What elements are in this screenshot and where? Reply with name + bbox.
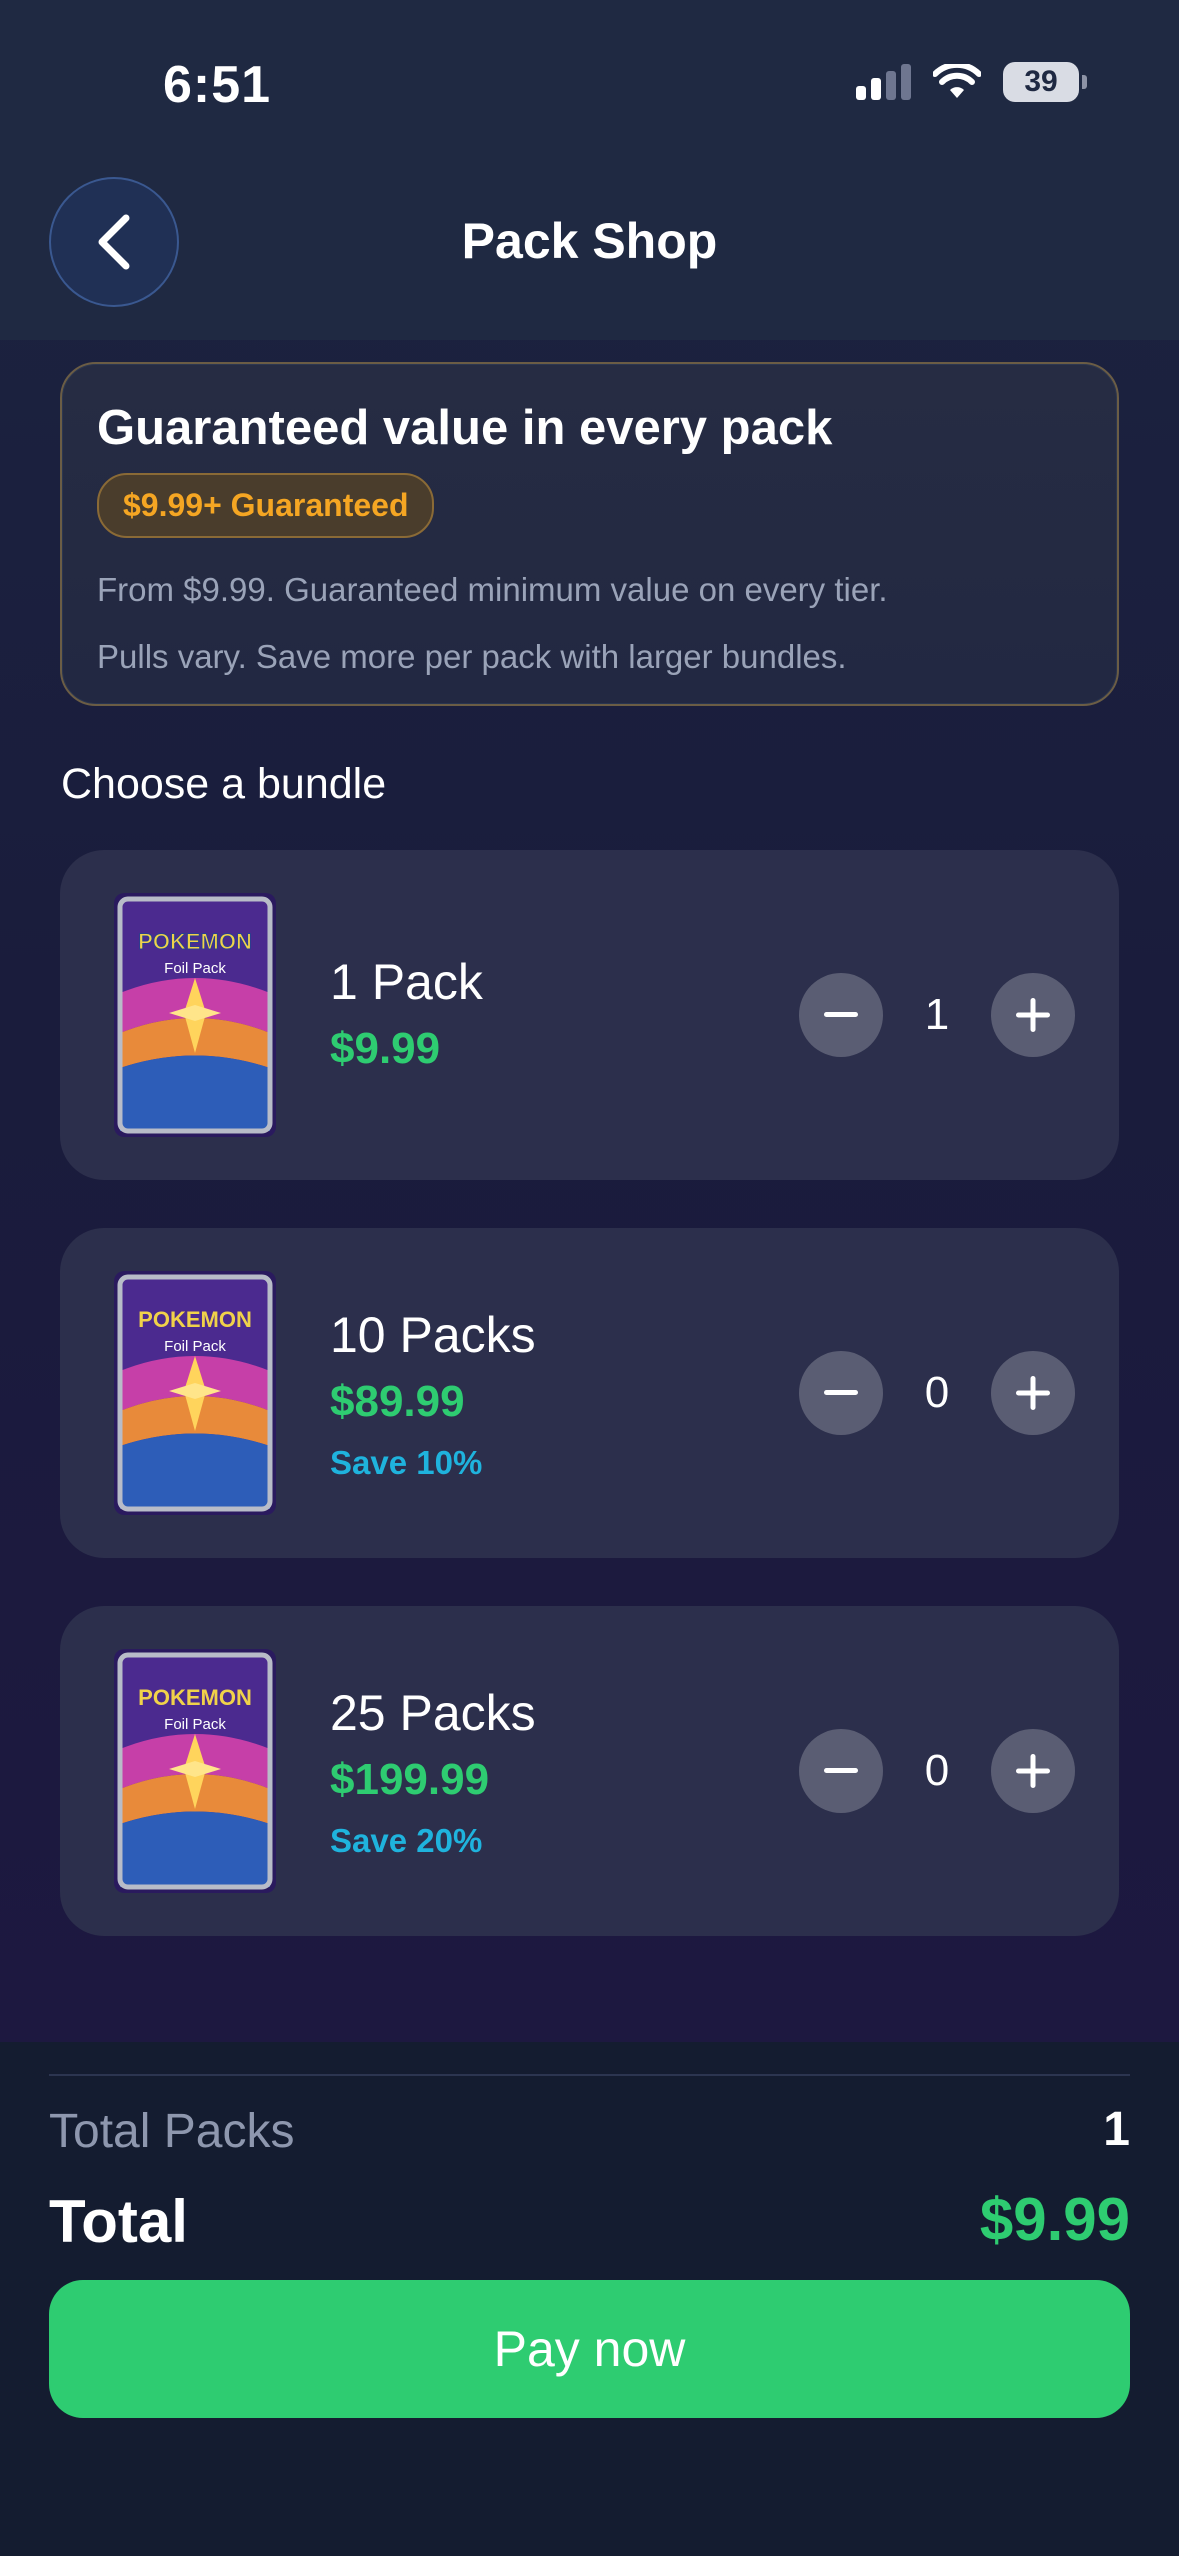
- pack-sub-text: Foil Pack: [164, 1716, 226, 1733]
- total-value: $9.99: [979, 2186, 1130, 2253]
- decrement-button[interactable]: [799, 1729, 883, 1813]
- quantity-value: 1: [924, 990, 950, 1039]
- quantity-stepper: 0: [799, 1351, 1075, 1435]
- bundle-save-label: Save 10%: [330, 1444, 483, 1481]
- quantity-stepper: 1: [799, 973, 1075, 1057]
- guarantee-description: From $9.99. Guaranteed minimum value on …: [97, 556, 1082, 690]
- battery-icon: 39: [1003, 62, 1087, 102]
- guarantee-line-2: Pulls vary. Save more per pack with larg…: [97, 638, 847, 675]
- status-icons: 39: [856, 62, 1087, 102]
- increment-button[interactable]: [991, 1729, 1075, 1813]
- guarantee-badge: $9.99+ Guaranteed: [97, 473, 435, 538]
- plus-icon: [1016, 1754, 1050, 1788]
- status-time: 6:51: [163, 56, 272, 114]
- minus-icon: [824, 1012, 858, 1017]
- section-label: Choose a bundle: [61, 760, 387, 808]
- pack-image: POKEMON Foil Pack: [114, 893, 276, 1137]
- total-packs-label: Total Packs: [49, 2105, 295, 2158]
- bundle-card-25-packs[interactable]: POKEMON Foil Pack 25 Packs $199.99 Save …: [60, 1606, 1119, 1936]
- pay-now-button[interactable]: Pay now: [49, 2280, 1130, 2418]
- page-title: Pack Shop: [461, 213, 718, 269]
- pack-brand-text: POKEMON: [138, 1307, 252, 1332]
- bundle-price: $9.99: [330, 1024, 441, 1073]
- pack-image: POKEMON Foil Pack: [114, 1271, 276, 1515]
- pack-image: POKEMON Foil Pack: [114, 1649, 276, 1893]
- bundle-title: 25 Packs: [330, 1685, 536, 1741]
- pack-sub-text: Foil Pack: [164, 1338, 226, 1355]
- minus-icon: [824, 1390, 858, 1395]
- guarantee-card: Guaranteed value in every pack $9.99+ Gu…: [60, 362, 1119, 706]
- total-packs-value: 1: [1103, 2103, 1130, 2156]
- bundle-card-10-packs[interactable]: POKEMON Foil Pack 10 Packs $89.99 Save 1…: [60, 1228, 1119, 1558]
- bundle-title: 10 Packs: [330, 1307, 536, 1363]
- guarantee-heading: Guaranteed value in every pack: [97, 401, 833, 455]
- checkout-footer: Total Packs 1 Total $9.99 Pay now: [0, 2042, 1179, 2556]
- guarantee-line-1: From $9.99. Guaranteed minimum value on …: [97, 571, 888, 608]
- decrement-button[interactable]: [799, 1351, 883, 1435]
- wifi-icon: [933, 64, 981, 98]
- pack-brand-text: POKEMON: [138, 929, 252, 954]
- plus-icon: [1016, 998, 1050, 1032]
- top-bar: 6:51 39 Pack Shop: [0, 0, 1179, 340]
- cellular-signal-icon: [856, 64, 911, 100]
- total-label: Total: [49, 2188, 188, 2255]
- increment-button[interactable]: [991, 1351, 1075, 1435]
- bundle-save-label: Save 20%: [330, 1822, 483, 1859]
- divider: [49, 2074, 1130, 2076]
- minus-icon: [824, 1768, 858, 1773]
- pack-brand-text: POKEMON: [138, 1685, 252, 1710]
- bundle-card-1-pack[interactable]: POKEMON Foil Pack 1 Pack $9.99 1: [60, 850, 1119, 1180]
- bundle-title: 1 Pack: [330, 954, 483, 1010]
- bundle-price: $199.99: [330, 1755, 490, 1804]
- pack-sub-text: Foil Pack: [164, 960, 226, 977]
- quantity-value: 0: [924, 1368, 950, 1417]
- increment-button[interactable]: [991, 973, 1075, 1057]
- quantity-stepper: 0: [799, 1729, 1075, 1813]
- plus-icon: [1016, 1376, 1050, 1410]
- bundle-price: $89.99: [330, 1377, 465, 1426]
- decrement-button[interactable]: [799, 973, 883, 1057]
- quantity-value: 0: [924, 1746, 950, 1795]
